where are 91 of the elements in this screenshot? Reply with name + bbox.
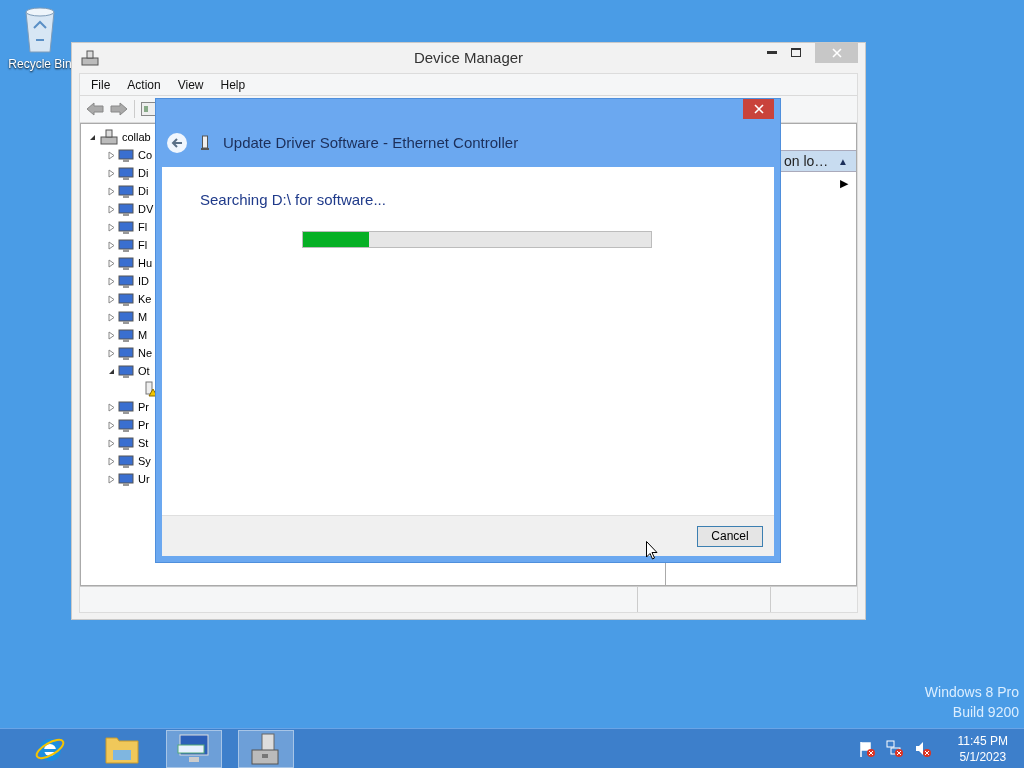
monitor-keyboard-icon bbox=[177, 732, 211, 765]
back-arrow-icon bbox=[171, 138, 183, 148]
cancel-button[interactable]: Cancel bbox=[697, 525, 763, 547]
collapse-triangle-icon[interactable] bbox=[89, 133, 96, 141]
close-button[interactable] bbox=[743, 99, 774, 119]
expand-triangle-icon[interactable] bbox=[108, 402, 115, 412]
expand-triangle-icon[interactable] bbox=[108, 456, 115, 466]
menu-item[interactable]: File bbox=[84, 75, 118, 94]
recycle-bin-icon[interactable] bbox=[22, 6, 58, 54]
tree-item-label[interactable]: Ne bbox=[138, 344, 153, 362]
tree-item-label[interactable]: M bbox=[138, 308, 148, 326]
device-icon bbox=[118, 363, 134, 379]
window-title: Device Manager bbox=[413, 47, 524, 68]
collapse-triangle-icon[interactable] bbox=[108, 367, 115, 375]
expand-triangle-icon[interactable] bbox=[108, 420, 115, 430]
device-icon bbox=[118, 147, 134, 163]
tree-item-label[interactable]: M bbox=[138, 326, 148, 344]
tree-item-label[interactable]: Ur bbox=[138, 470, 150, 488]
device-icon bbox=[118, 291, 134, 307]
expand-triangle-icon[interactable] bbox=[108, 222, 115, 232]
device-icon bbox=[118, 399, 134, 415]
expand-triangle-icon[interactable] bbox=[108, 276, 115, 286]
expand-triangle-icon[interactable] bbox=[108, 330, 115, 340]
computer-icon bbox=[100, 129, 118, 145]
menu-item[interactable]: Action bbox=[120, 75, 168, 94]
forward-arrow-icon[interactable] bbox=[110, 102, 128, 116]
device-icon bbox=[118, 165, 134, 181]
expand-triangle-icon[interactable] bbox=[108, 168, 115, 178]
expand-triangle-icon[interactable] bbox=[108, 150, 115, 160]
dialog-title: Update Driver Software - Ethernet Controller bbox=[223, 132, 519, 153]
device-icon bbox=[118, 435, 134, 451]
tree-item-label[interactable]: Hu bbox=[138, 254, 153, 272]
device-manager-icon bbox=[81, 49, 99, 67]
clock[interactable]: 11:45 PM 5/1/2023 bbox=[957, 732, 1008, 765]
expand-triangle-icon[interactable] bbox=[108, 438, 115, 448]
device-icon bbox=[118, 201, 134, 217]
close-icon bbox=[753, 104, 764, 114]
tree-item-label[interactable]: Di bbox=[138, 182, 149, 200]
cursor-icon bbox=[646, 541, 658, 560]
action-center-flag-icon[interactable] bbox=[857, 739, 876, 758]
device-icon bbox=[118, 237, 134, 253]
network-adapter-icon bbox=[201, 135, 209, 151]
device-icon bbox=[118, 183, 134, 199]
tree-item-label[interactable]: Pr bbox=[138, 416, 149, 434]
device-icon bbox=[118, 417, 134, 433]
close-icon bbox=[831, 48, 842, 58]
expand-triangle-icon[interactable] bbox=[108, 348, 115, 358]
taskbar-button[interactable] bbox=[166, 729, 222, 768]
taskbar-button[interactable] bbox=[238, 729, 294, 768]
tree-item-label[interactable]: collab bbox=[122, 128, 151, 146]
expand-triangle-icon[interactable] bbox=[108, 312, 115, 322]
expand-triangle-icon[interactable] bbox=[108, 204, 115, 214]
menu-item[interactable]: Help bbox=[213, 75, 253, 94]
expand-triangle-icon[interactable] bbox=[108, 258, 115, 268]
tree-item-label[interactable]: DV bbox=[138, 200, 154, 218]
back-button[interactable] bbox=[167, 133, 187, 153]
tree-item-label[interactable]: Pr bbox=[138, 398, 149, 416]
tree-item-label[interactable]: Fl bbox=[138, 218, 148, 236]
device-icon bbox=[118, 471, 134, 487]
device-icon bbox=[118, 219, 134, 235]
minimize-icon[interactable] bbox=[767, 51, 777, 55]
tree-item-label[interactable]: St bbox=[138, 434, 149, 452]
expand-triangle-icon[interactable] bbox=[108, 294, 115, 304]
warning-device-icon[interactable] bbox=[144, 381, 158, 397]
menu-item[interactable]: View bbox=[170, 75, 211, 94]
maximize-icon[interactable] bbox=[791, 48, 801, 57]
column-header-text: on lo… bbox=[784, 151, 829, 171]
desktop-icon-label: Recycle Bin bbox=[8, 57, 72, 71]
tree-item-label[interactable]: Fl bbox=[138, 236, 148, 254]
expand-arrow[interactable]: ▶ bbox=[840, 175, 848, 192]
network-error-icon[interactable] bbox=[885, 739, 904, 758]
device-icon bbox=[118, 273, 134, 289]
os-version-text: Build 9200 bbox=[952, 704, 1019, 721]
back-arrow-icon[interactable] bbox=[86, 102, 104, 116]
tree-item-label[interactable]: Co bbox=[138, 146, 153, 164]
status-message: Searching D:\ for software... bbox=[200, 190, 387, 210]
tree-item-label[interactable]: Ke bbox=[138, 290, 152, 308]
device-icon bbox=[118, 327, 134, 343]
device-icon bbox=[118, 345, 134, 361]
device-icon bbox=[118, 255, 134, 271]
expand-triangle-icon[interactable] bbox=[108, 186, 115, 196]
tree-item-label[interactable]: Di bbox=[138, 164, 149, 182]
expand-triangle-icon[interactable] bbox=[108, 240, 115, 250]
tree-item-label[interactable]: Sy bbox=[138, 452, 151, 470]
device-icon bbox=[118, 453, 134, 469]
device-icon bbox=[118, 309, 134, 325]
sort-arrow: ▲ bbox=[838, 154, 848, 169]
os-version-text: Windows 8 Pro bbox=[924, 684, 1019, 701]
tree-item-label[interactable]: ID bbox=[138, 272, 149, 290]
tree-item-label[interactable]: Ot bbox=[138, 362, 150, 380]
expand-triangle-icon[interactable] bbox=[108, 474, 115, 484]
